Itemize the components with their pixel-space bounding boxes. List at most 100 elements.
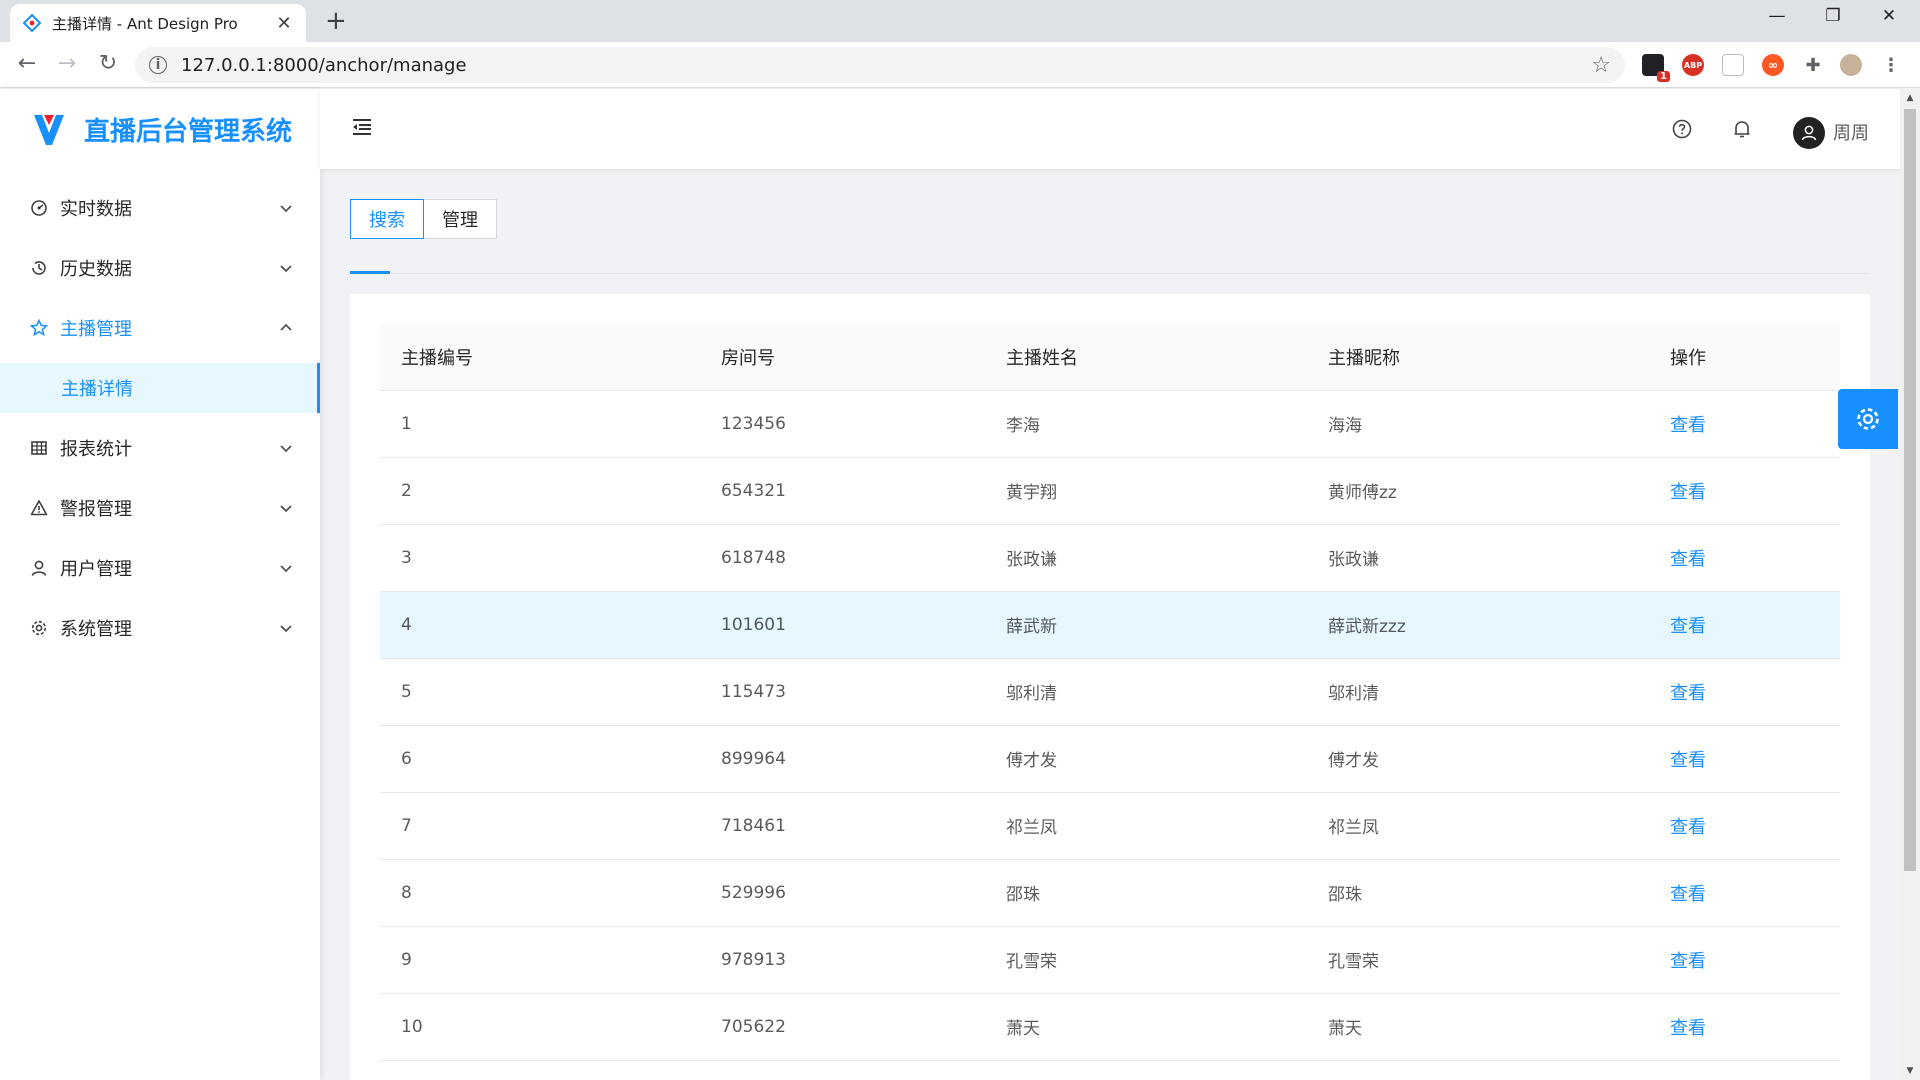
view-link[interactable]: 查看 xyxy=(1670,884,1706,905)
sidebar-item-history-data[interactable]: 历史数据 xyxy=(0,243,320,293)
view-link[interactable]: 查看 xyxy=(1670,951,1706,972)
cell-anchor-id: 9 xyxy=(380,926,700,994)
forward-icon[interactable]: → xyxy=(54,52,80,76)
extension-icon[interactable]: 1 xyxy=(1642,54,1670,82)
sidebar: 直播后台管理系统 实时数据 历史数据 主播管理 主播详情 报表统计 警报管理 用… xyxy=(0,89,320,1080)
sidebar-item-report-statistics[interactable]: 报表统计 xyxy=(0,423,320,473)
question-circle-icon[interactable] xyxy=(1671,118,1693,140)
adblock-icon[interactable]: ABP xyxy=(1682,54,1704,76)
sidebar-item-realtime-data[interactable]: 实时数据 xyxy=(0,183,320,233)
cell-anchor-id: 1 xyxy=(380,390,700,458)
tab-close-icon[interactable]: ✕ xyxy=(274,13,294,34)
cell-anchor-nickname: 萧天 xyxy=(1307,993,1649,1061)
table-row[interactable]: 1 123456 李海 海海 查看 xyxy=(380,390,1840,458)
anchor-table: 主播编号 房间号 主播姓名 主播昵称 操作 1 123456 李海 海海 查看 … xyxy=(380,324,1840,1061)
column-header-room-number[interactable]: 房间号 xyxy=(700,324,985,391)
table-row-highlighted[interactable]: 4 101601 薛武新 薛武新zzz 查看 xyxy=(380,591,1840,659)
scroll-down-icon[interactable]: ▼ xyxy=(1900,1066,1920,1076)
table-row[interactable]: 2 654321 黄宇翔 黄师傅zz 查看 xyxy=(380,457,1840,525)
sidebar-subitem-anchor-detail[interactable]: 主播详情 xyxy=(0,363,320,413)
cell-anchor-nickname: 孔雪荣 xyxy=(1307,926,1649,994)
main-content: 搜索 管理 主播编号 房间号 主播姓名 主播昵称 操作 1 123456 李海 … xyxy=(350,199,1870,1080)
sidebar-item-user-management[interactable]: 用户管理 xyxy=(0,543,320,593)
scroll-up-icon[interactable]: ▲ xyxy=(1900,93,1920,103)
tab-search[interactable]: 搜索 xyxy=(350,199,424,239)
table-row[interactable]: 9 978913 孔雪荣 孔雪荣 查看 xyxy=(380,926,1840,994)
view-link[interactable]: 查看 xyxy=(1670,482,1706,503)
table-row[interactable]: 3 618748 张政谦 张政谦 查看 xyxy=(380,524,1840,592)
view-link[interactable]: 查看 xyxy=(1670,817,1706,838)
anchor-table-card: 主播编号 房间号 主播姓名 主播昵称 操作 1 123456 李海 海海 查看 … xyxy=(350,294,1870,1080)
back-icon[interactable]: ← xyxy=(14,52,40,76)
chevron-up-icon xyxy=(280,323,292,331)
view-link[interactable]: 查看 xyxy=(1670,616,1706,637)
url-text: 127.0.0.1:8000/anchor/manage xyxy=(181,54,467,76)
column-header-anchor-name[interactable]: 主播姓名 xyxy=(985,324,1307,391)
cell-anchor-id: 2 xyxy=(380,457,700,525)
cell-room-number: 718461 xyxy=(700,792,985,860)
table-row[interactable]: 8 529996 邵珠 邵珠 查看 xyxy=(380,859,1840,927)
sidebar-item-label: 历史数据 xyxy=(60,259,132,280)
user-icon xyxy=(29,558,49,578)
cell-anchor-id: 4 xyxy=(380,591,700,659)
cell-anchor-nickname: 张政谦 xyxy=(1307,524,1649,592)
sidebar-item-label: 主播管理 xyxy=(60,319,132,340)
restore-icon[interactable]: ❐ xyxy=(1808,6,1858,26)
column-header-anchor-id[interactable]: 主播编号 xyxy=(380,324,700,391)
page-scrollbar[interactable]: ▲ ▼ xyxy=(1900,89,1920,1080)
menu-fold-icon[interactable] xyxy=(350,115,374,139)
tab-manage[interactable]: 管理 xyxy=(423,199,497,239)
cell-anchor-name: 邵珠 xyxy=(985,859,1307,927)
top-header: 周周 xyxy=(320,89,1900,169)
chevron-down-icon xyxy=(280,265,292,273)
cell-anchor-name: 黄宇翔 xyxy=(985,457,1307,525)
cell-anchor-nickname: 海海 xyxy=(1307,390,1649,458)
user-avatar[interactable] xyxy=(1793,117,1825,149)
reload-icon[interactable]: ↻ xyxy=(95,52,121,76)
table-row[interactable]: 10 705622 萧天 萧天 查看 xyxy=(380,993,1840,1061)
table-header-row: 主播编号 房间号 主播姓名 主播昵称 操作 xyxy=(380,324,1840,391)
cell-anchor-nickname: 祁兰凤 xyxy=(1307,792,1649,860)
setting-drawer-button[interactable] xyxy=(1838,389,1898,449)
browser-menu-icon[interactable]: ⋮ xyxy=(1880,54,1902,76)
cell-anchor-name: 孔雪荣 xyxy=(985,926,1307,994)
setting-gear-icon xyxy=(1857,408,1879,430)
cell-anchor-name: 李海 xyxy=(985,390,1307,458)
view-link[interactable]: 查看 xyxy=(1670,549,1706,570)
bookmark-star-icon[interactable]: ☆ xyxy=(1591,53,1611,78)
view-link[interactable]: 查看 xyxy=(1670,415,1706,436)
column-header-anchor-nickname[interactable]: 主播昵称 xyxy=(1307,324,1649,391)
site-info-icon[interactable]: i xyxy=(149,56,167,74)
address-bar[interactable]: i 127.0.0.1:8000/anchor/manage ☆ xyxy=(135,47,1625,83)
cell-room-number: 101601 xyxy=(700,591,985,659)
view-link[interactable]: 查看 xyxy=(1670,683,1706,704)
extension-badge: 1 xyxy=(1657,71,1670,82)
reader-extension-icon[interactable] xyxy=(1722,54,1744,76)
puzzle-icon[interactable]: ✚ xyxy=(1802,54,1824,76)
bell-icon[interactable] xyxy=(1731,118,1753,140)
window-close-icon[interactable]: ✕ xyxy=(1864,6,1914,26)
app-title: 直播后台管理系统 xyxy=(84,116,293,147)
view-link[interactable]: 查看 xyxy=(1670,750,1706,771)
sidebar-item-system-management[interactable]: 系统管理 xyxy=(0,603,320,653)
chevron-down-icon xyxy=(280,445,292,453)
scrollbar-thumb[interactable] xyxy=(1904,109,1916,871)
browser-tab[interactable]: 主播详情 - Ant Design Pro ✕ xyxy=(10,4,306,42)
table-row[interactable]: 7 718461 祁兰凤 祁兰凤 查看 xyxy=(380,792,1840,860)
table-row[interactable]: 5 115473 邬利清 邬利清 查看 xyxy=(380,658,1840,726)
cell-room-number: 654321 xyxy=(700,457,985,525)
username[interactable]: 周周 xyxy=(1833,119,1869,145)
cell-anchor-name: 张政谦 xyxy=(985,524,1307,592)
cell-room-number: 978913 xyxy=(700,926,985,994)
profile-avatar-icon[interactable] xyxy=(1840,54,1862,76)
sidebar-item-label: 系统管理 xyxy=(60,619,132,640)
infinity-extension-icon[interactable]: ∞ xyxy=(1762,54,1784,76)
table-row[interactable]: 6 899964 傅才发 傅才发 查看 xyxy=(380,725,1840,793)
sidebar-item-anchor-management[interactable]: 主播管理 xyxy=(0,303,320,353)
new-tab-icon[interactable]: + xyxy=(325,8,347,34)
sidebar-item-label: 警报管理 xyxy=(60,499,132,520)
app-logo[interactable]: 直播后台管理系统 xyxy=(0,89,320,169)
minimize-icon[interactable]: — xyxy=(1752,6,1802,26)
sidebar-item-alert-management[interactable]: 警报管理 xyxy=(0,483,320,533)
view-link[interactable]: 查看 xyxy=(1670,1018,1706,1039)
